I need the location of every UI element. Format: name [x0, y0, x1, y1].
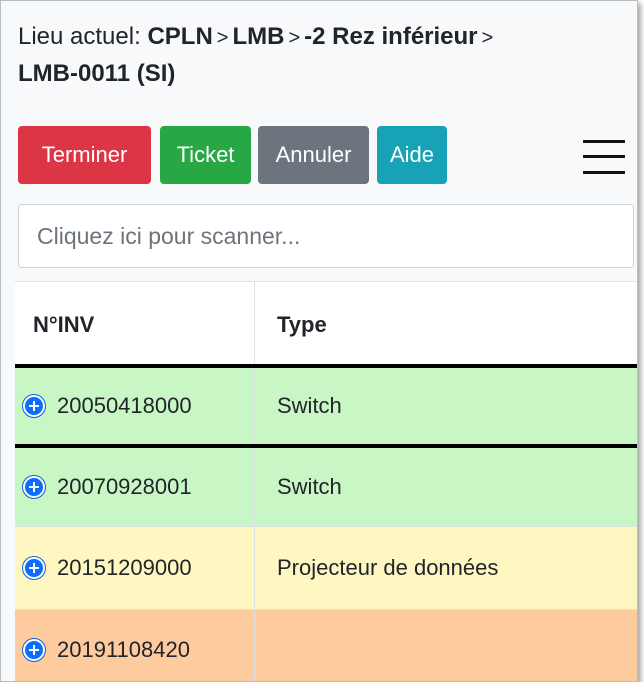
- location-prefix: Lieu actuel:: [18, 23, 141, 50]
- toolbar: Terminer Ticket Annuler Aide: [18, 126, 625, 184]
- type-cell: Switch: [277, 393, 342, 418]
- app-window: Lieu actuel: CPLN > LMB > -2 Rez inférieur > L…: [0, 0, 638, 682]
- expand-plus-icon[interactable]: [23, 638, 45, 661]
- table-header: N°INV Type: [15, 281, 637, 365]
- inv-number: 20070928001: [57, 474, 192, 499]
- inv-cell: 20191108420: [15, 610, 255, 681]
- current-location: Lieu actuel: CPLN > LMB > -2 Rez inférieur > L…: [18, 19, 618, 92]
- expand-plus-icon[interactable]: [23, 395, 45, 417]
- table-row[interactable]: 20151209000 Projecteur de données: [15, 526, 637, 609]
- location-separator: >: [481, 27, 494, 49]
- expand-plus-icon[interactable]: [23, 476, 45, 498]
- type-cell: Switch: [277, 474, 342, 499]
- inv-cell: 20050418000: [15, 368, 255, 444]
- location-separator: >: [216, 27, 229, 49]
- type-cell: [255, 610, 637, 681]
- location-part-floor: -2 Rez inférieur: [304, 23, 478, 50]
- inventory-table: N°INV Type 20050418000 Switch 2007092800…: [15, 281, 637, 681]
- table-row[interactable]: 20191108420: [15, 609, 637, 681]
- inv-number: 20050418000: [57, 393, 192, 418]
- aide-button[interactable]: Aide: [377, 126, 447, 184]
- table-row[interactable]: 20050418000 Switch: [15, 364, 637, 448]
- scan-input[interactable]: [18, 204, 634, 268]
- location-part-building: LMB: [232, 23, 285, 50]
- type-cell: Projecteur de données: [277, 555, 499, 580]
- column-header-type[interactable]: Type: [255, 282, 637, 365]
- location-part-room: LMB-0011 (SI): [18, 60, 176, 87]
- column-header-inv[interactable]: N°INV: [15, 282, 255, 365]
- expand-plus-icon[interactable]: [23, 557, 45, 579]
- terminer-button[interactable]: Terminer: [18, 126, 151, 184]
- table-row[interactable]: 20070928001 Switch: [15, 448, 637, 526]
- inv-cell: 20070928001: [15, 448, 255, 526]
- location-part-site: CPLN: [147, 23, 213, 50]
- inv-number: 20191108420: [57, 636, 190, 662]
- hamburger-menu-icon[interactable]: [583, 140, 625, 174]
- ticket-button[interactable]: Ticket: [160, 126, 251, 184]
- annuler-button[interactable]: Annuler: [258, 126, 369, 184]
- inv-number: 20151209000: [57, 555, 192, 580]
- inv-cell: 20151209000: [15, 527, 255, 609]
- location-separator: >: [288, 27, 301, 49]
